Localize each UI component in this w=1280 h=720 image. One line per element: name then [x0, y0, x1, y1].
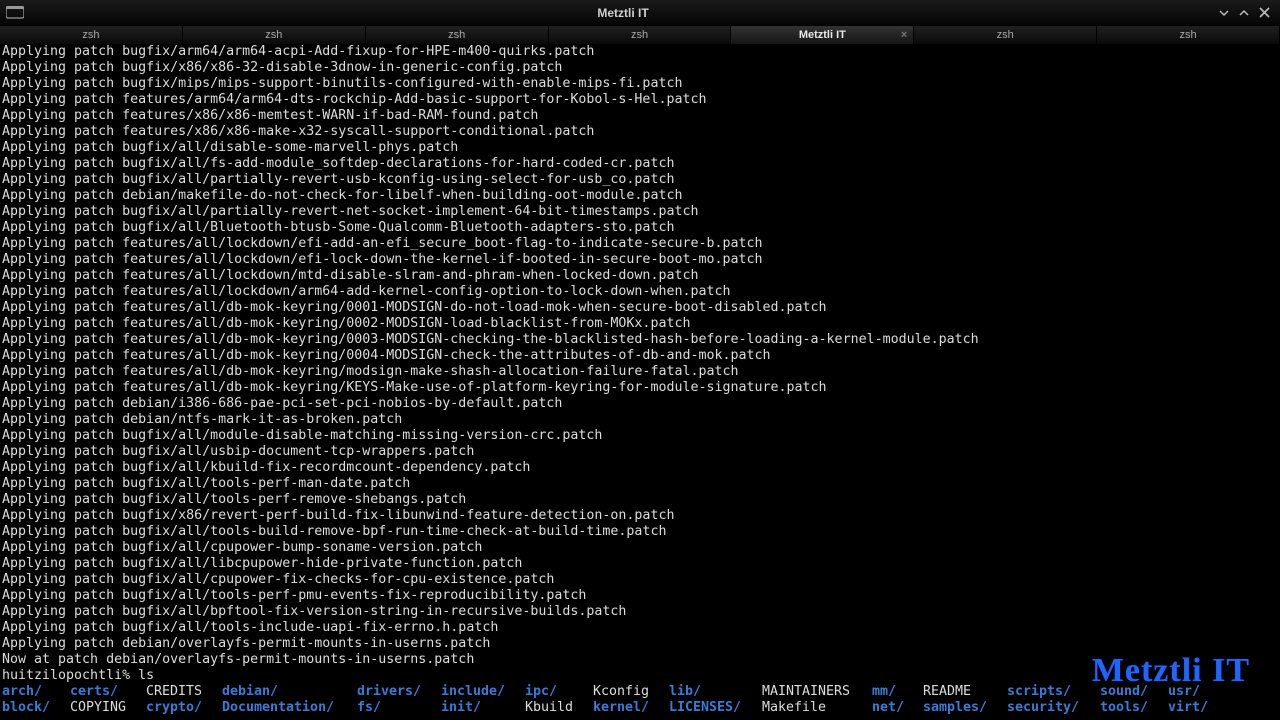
- patch-line: Applying patch bugfix/all/tools-include-…: [2, 620, 1278, 636]
- prompt-user: huitzilopochtli%: [2, 668, 138, 683]
- window-titlebar: Metztli IT: [0, 0, 1280, 26]
- patch-line: Applying patch features/x86/x86-make-x32…: [2, 124, 1278, 140]
- patch-line: Applying patch bugfix/x86/x86-32-disable…: [2, 60, 1278, 76]
- tab-label: zsh: [265, 29, 282, 41]
- ls-directory: arch/: [2, 684, 70, 700]
- patch-line: Applying patch features/all/db-mok-keyri…: [2, 332, 1278, 348]
- patch-line: Applying patch features/all/db-mok-keyri…: [2, 300, 1278, 316]
- patch-line: Applying patch bugfix/x86/revert-perf-bu…: [2, 508, 1278, 524]
- patch-line: Applying patch debian/i386-686-pae-pci-s…: [2, 396, 1278, 412]
- ls-file: Kconfig: [593, 684, 669, 700]
- patch-line: Applying patch bugfix/all/module-disable…: [2, 428, 1278, 444]
- tab-label: zsh: [1180, 29, 1197, 41]
- ls-file: CREDITS: [146, 684, 222, 700]
- tab-label: zsh: [448, 29, 465, 41]
- tab-label: zsh: [82, 29, 99, 41]
- patch-line: Applying patch bugfix/all/disable-some-m…: [2, 140, 1278, 156]
- ls-directory: sound/: [1100, 684, 1168, 700]
- patch-line: Applying patch bugfix/all/usbip-document…: [2, 444, 1278, 460]
- patch-line: Applying patch bugfix/all/tools-build-re…: [2, 524, 1278, 540]
- ls-directory: tools/: [1100, 700, 1168, 716]
- tab-0[interactable]: zsh: [0, 26, 183, 44]
- patch-line: Applying patch bugfix/all/tools-perf-rem…: [2, 492, 1278, 508]
- patch-line: Applying patch features/all/db-mok-keyri…: [2, 348, 1278, 364]
- tab-close-icon[interactable]: ×: [901, 29, 907, 41]
- maximize-button[interactable]: [1234, 4, 1254, 22]
- ls-directory: kernel/: [593, 700, 669, 716]
- patch-line: Applying patch bugfix/arm64/arm64-acpi-A…: [2, 44, 1278, 60]
- patch-line: Applying patch features/all/lockdown/mtd…: [2, 268, 1278, 284]
- patch-line: Applying patch features/all/db-mok-keyri…: [2, 316, 1278, 332]
- tab-label: zsh: [997, 29, 1014, 41]
- ls-directory: mm/: [872, 684, 923, 700]
- patch-line: Applying patch features/arm64/arm64-dts-…: [2, 92, 1278, 108]
- tab-5[interactable]: zsh: [914, 26, 1097, 44]
- patch-line: Applying patch bugfix/all/tools-perf-pmu…: [2, 588, 1278, 604]
- patch-line: Applying patch bugfix/all/cpupower-bump-…: [2, 540, 1278, 556]
- patch-line: Applying patch bugfix/all/bpftool-fix-ve…: [2, 604, 1278, 620]
- minimize-button[interactable]: [1214, 4, 1234, 22]
- tab-1[interactable]: zsh: [183, 26, 366, 44]
- ls-directory: virt/: [1168, 700, 1223, 716]
- terminal-output[interactable]: Applying patch bugfix/arm64/arm64-acpi-A…: [0, 44, 1280, 720]
- tab-label: zsh: [631, 29, 648, 41]
- tab-3[interactable]: zsh: [549, 26, 732, 44]
- prompt-line[interactable]: huitzilopochtli% ls: [2, 668, 1278, 684]
- ls-directory: samples/: [923, 700, 1007, 716]
- now-at-line: Now at patch debian/overlayfs-permit-mou…: [2, 652, 1278, 668]
- patch-line: Applying patch bugfix/mips/mips-support-…: [2, 76, 1278, 92]
- patch-line: Applying patch bugfix/all/kbuild-fix-rec…: [2, 460, 1278, 476]
- ls-directory: Documentation/: [222, 700, 357, 716]
- ls-directory: usr/: [1168, 684, 1223, 700]
- ls-directory: certs/: [70, 684, 146, 700]
- patch-line: Applying patch features/all/lockdown/efi…: [2, 252, 1278, 268]
- tab-bar: zsh zsh zsh zsh Metztli IT × zsh zsh: [0, 26, 1280, 44]
- ls-directory: ipc/: [525, 684, 593, 700]
- ls-directory: crypto/: [146, 700, 222, 716]
- ls-file: COPYING: [70, 700, 146, 716]
- patch-line: Applying patch bugfix/all/Bluetooth-btus…: [2, 220, 1278, 236]
- close-button[interactable]: [1254, 4, 1274, 22]
- ls-directory: fs/: [357, 700, 441, 716]
- tab-6[interactable]: zsh: [1097, 26, 1280, 44]
- patch-line: Applying patch debian/makefile-do-not-ch…: [2, 188, 1278, 204]
- ls-directory: LICENSES/: [669, 700, 762, 716]
- tab-4[interactable]: Metztli IT ×: [731, 26, 914, 44]
- patch-line: Applying patch bugfix/all/partially-reve…: [2, 172, 1278, 188]
- ls-directory: security/: [1007, 700, 1100, 716]
- ls-file: Makefile: [762, 700, 872, 716]
- ls-directory: drivers/: [357, 684, 441, 700]
- patch-line: Applying patch bugfix/all/libcpupower-hi…: [2, 556, 1278, 572]
- ls-file: Kbuild: [525, 700, 593, 716]
- prompt-command: ls: [138, 668, 154, 683]
- patch-line: Applying patch bugfix/all/fs-add-module_…: [2, 156, 1278, 172]
- ls-directory: include/: [441, 684, 525, 700]
- ls-directory: block/: [2, 700, 70, 716]
- ls-file: README: [923, 684, 1007, 700]
- patch-line: Applying patch features/all/lockdown/arm…: [2, 284, 1278, 300]
- patch-line: Applying patch bugfix/all/cpupower-fix-c…: [2, 572, 1278, 588]
- ls-directory: debian/: [222, 684, 357, 700]
- patch-line: Applying patch debian/ntfs-mark-it-as-br…: [2, 412, 1278, 428]
- patch-line: Applying patch features/x86/x86-memtest-…: [2, 108, 1278, 124]
- ls-directory: net/: [872, 700, 923, 716]
- patch-line: Applying patch features/all/lockdown/efi…: [2, 236, 1278, 252]
- ls-directory: scripts/: [1007, 684, 1100, 700]
- patch-line: Applying patch features/all/db-mok-keyri…: [2, 364, 1278, 380]
- terminal-app-icon: [6, 6, 24, 20]
- ls-directory: lib/: [669, 684, 762, 700]
- ls-directory: init/: [441, 700, 525, 716]
- ls-row: arch/certs/CREDITSdebian/drivers/include…: [2, 684, 1278, 700]
- patch-line: Applying patch bugfix/all/tools-perf-man…: [2, 476, 1278, 492]
- patch-line: Applying patch bugfix/all/partially-reve…: [2, 204, 1278, 220]
- ls-row: block/COPYINGcrypto/Documentation/fs/ini…: [2, 700, 1278, 716]
- patch-line: Applying patch debian/overlayfs-permit-m…: [2, 636, 1278, 652]
- window-title: Metztli IT: [32, 6, 1214, 20]
- tab-label: Metztli IT: [799, 29, 846, 41]
- tab-2[interactable]: zsh: [366, 26, 549, 44]
- patch-line: Applying patch features/all/db-mok-keyri…: [2, 380, 1278, 396]
- ls-file: MAINTAINERS: [762, 684, 872, 700]
